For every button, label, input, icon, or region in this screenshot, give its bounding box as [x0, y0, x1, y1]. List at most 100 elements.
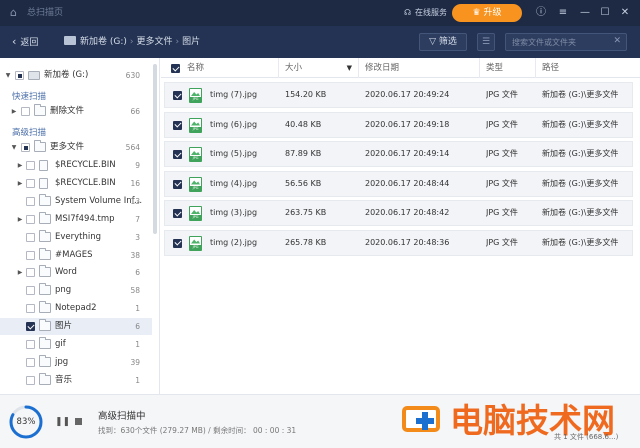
- column-size-label: 大小: [285, 63, 303, 73]
- home-icon[interactable]: ⌂: [10, 7, 22, 19]
- tree-item[interactable]: ▶ Word 6: [0, 264, 152, 281]
- column-size[interactable]: 大小 ▼: [278, 58, 358, 78]
- stop-icon[interactable]: [75, 418, 82, 425]
- cell-date: 2020.06.17 20:48:44: [365, 178, 450, 188]
- expand-arrow-icon[interactable]: ▶: [10, 103, 18, 120]
- sort-desc-icon: ▼: [346, 64, 352, 72]
- tree-item[interactable]: png 58: [0, 282, 152, 299]
- breadcrumb-drive[interactable]: 新加卷 (G:): [80, 37, 127, 47]
- row-checkbox[interactable]: [173, 209, 182, 218]
- expand-arrow-icon[interactable]: ▶: [16, 175, 24, 192]
- row-checkbox[interactable]: [173, 120, 182, 130]
- tree-item-drive[interactable]: ▼ 新加卷 (G:) 630: [0, 67, 152, 84]
- tree-item[interactable]: Notepad2 1: [0, 300, 152, 317]
- row-checkbox[interactable]: [173, 238, 182, 248]
- expand-arrow-icon[interactable]: ▼: [10, 139, 18, 156]
- title-bar: ⌂ 总扫描页 ☊ 在线服务 ♛ 升级 ⓘ ≡ — ☐ ✕: [0, 0, 640, 26]
- menu-icon[interactable]: ≡: [556, 5, 570, 21]
- tree-item-count: 1: [135, 375, 140, 385]
- tree-checkbox[interactable]: [26, 250, 35, 260]
- info-icon[interactable]: ⓘ: [534, 5, 548, 21]
- expand-arrow-icon[interactable]: ▶: [16, 211, 24, 228]
- tree-item-more-files[interactable]: ▼ 更多文件 564: [0, 139, 152, 156]
- table-row[interactable]: timg (5).jpg 87.89 KB 2020.06.17 20:49:14 J…: [164, 141, 633, 167]
- cell-name: timg (5).jpg: [210, 149, 258, 158]
- close-icon[interactable]: ✕: [618, 5, 632, 21]
- jpg-file-icon: [189, 206, 202, 221]
- cell-path: 新加卷 (G:)\更多文件: [542, 178, 619, 188]
- tree-item[interactable]: gif 1: [0, 336, 152, 353]
- filter-button[interactable]: ▽ 筛选: [419, 33, 467, 51]
- row-checkbox[interactable]: [173, 179, 182, 189]
- tree-checkbox[interactable]: [21, 107, 30, 116]
- tree-item-label: png: [55, 285, 72, 296]
- column-path[interactable]: 路径: [535, 58, 631, 78]
- column-name[interactable]: 名称: [181, 58, 278, 78]
- tree-checkbox[interactable]: [26, 232, 35, 242]
- cell-date: 2020.06.17 20:49:24: [365, 90, 450, 99]
- table-row[interactable]: timg (6).jpg 40.48 KB 2020.06.17 20:49:18 J…: [164, 111, 633, 138]
- column-type[interactable]: 类型: [479, 58, 535, 78]
- back-button[interactable]: ‹ 返回: [12, 35, 38, 49]
- table-row[interactable]: timg (4).jpg 56.56 KB 2020.06.17 20:48:44 J…: [164, 170, 633, 197]
- tree-item[interactable]: 音乐 1: [0, 372, 152, 389]
- breadcrumb-pictures[interactable]: 图片: [182, 37, 200, 47]
- tree-checkbox[interactable]: [26, 178, 35, 188]
- tree-checkbox[interactable]: [26, 268, 35, 278]
- expand-arrow-icon[interactable]: ▶: [16, 264, 24, 281]
- table-row[interactable]: timg (7).jpg 154.20 KB 2020.06.17 20:49:24…: [164, 82, 633, 108]
- tree-checkbox[interactable]: [21, 143, 30, 152]
- row-checkbox[interactable]: [173, 91, 182, 100]
- tree-checkbox[interactable]: [26, 340, 35, 349]
- cell-type: JPG 文件: [486, 208, 518, 217]
- row-checkbox[interactable]: [173, 150, 182, 159]
- tree-checkbox[interactable]: [26, 357, 35, 367]
- close-icon[interactable]: ✕: [613, 36, 621, 46]
- pause-icon[interactable]: ❚❚: [55, 417, 70, 427]
- column-date[interactable]: 修改日期: [358, 58, 479, 78]
- cell-name: timg (3).jpg: [210, 208, 258, 217]
- tree-item[interactable]: System Volume Inf... 13: [0, 193, 152, 210]
- tree-item[interactable]: ▶ $RECYCLE.BIN 16: [0, 175, 152, 192]
- scan-status-title: 高级扫描中: [98, 411, 146, 422]
- sidebar-scrollbar[interactable]: [153, 64, 157, 234]
- tree-checkbox[interactable]: [26, 322, 35, 332]
- tree-item-label: 删除文件: [50, 106, 85, 116]
- jpg-file-icon: [189, 88, 202, 103]
- tree-item[interactable]: ▶ MSI7f494.tmp 7: [0, 211, 152, 228]
- tree-item-deleted-files[interactable]: ▶ 删除文件 66: [0, 103, 152, 120]
- tree-checkbox[interactable]: [15, 71, 24, 80]
- maximize-icon[interactable]: ☐: [598, 5, 612, 21]
- table-row[interactable]: timg (3).jpg 263.75 KB 2020.06.17 20:48:42…: [164, 200, 633, 226]
- tree-checkbox[interactable]: [26, 375, 35, 385]
- breadcrumb-separator: ›: [129, 37, 134, 47]
- tree-checkbox[interactable]: [26, 161, 35, 170]
- folder-icon: [39, 211, 51, 224]
- tree-checkbox[interactable]: [26, 304, 35, 314]
- expand-arrow-icon[interactable]: ▶: [16, 157, 24, 174]
- upgrade-button[interactable]: ♛ 升级: [452, 4, 522, 22]
- jpg-file-icon: [189, 147, 202, 162]
- view-toggle-button[interactable]: ☰: [477, 33, 495, 51]
- tree-checkbox[interactable]: [26, 196, 35, 206]
- table-scrollbar[interactable]: [633, 80, 638, 390]
- select-all-checkbox[interactable]: [171, 64, 180, 73]
- search-input[interactable]: [512, 36, 607, 49]
- minimize-icon[interactable]: —: [578, 5, 592, 21]
- tree-checkbox[interactable]: [26, 214, 35, 224]
- tree-checkbox[interactable]: [26, 286, 35, 296]
- table-row[interactable]: timg (2).jpg 265.78 KB 2020.06.17 20:48:36…: [164, 229, 633, 256]
- tree-item[interactable]: ▶ $RECYCLE.BIN 9: [0, 157, 152, 174]
- tree-item[interactable]: 图片 6: [0, 318, 152, 336]
- tree-item-count: 39: [130, 357, 140, 367]
- cell-name: timg (4).jpg: [210, 178, 258, 188]
- tree-item[interactable]: jpg 39: [0, 354, 152, 371]
- cell-path: 新加卷 (G:)\更多文件: [542, 119, 619, 129]
- online-service-button[interactable]: ☊ 在线服务: [402, 7, 447, 19]
- breadcrumb-more-files[interactable]: 更多文件: [137, 37, 173, 47]
- tree-item[interactable]: #MAGES 38: [0, 247, 152, 264]
- tree-item-count: 66: [130, 107, 140, 116]
- expand-arrow-icon[interactable]: ▼: [4, 67, 12, 84]
- section-quick-scan: 快速扫描: [12, 92, 47, 102]
- tree-item[interactable]: Everything 3: [0, 229, 152, 246]
